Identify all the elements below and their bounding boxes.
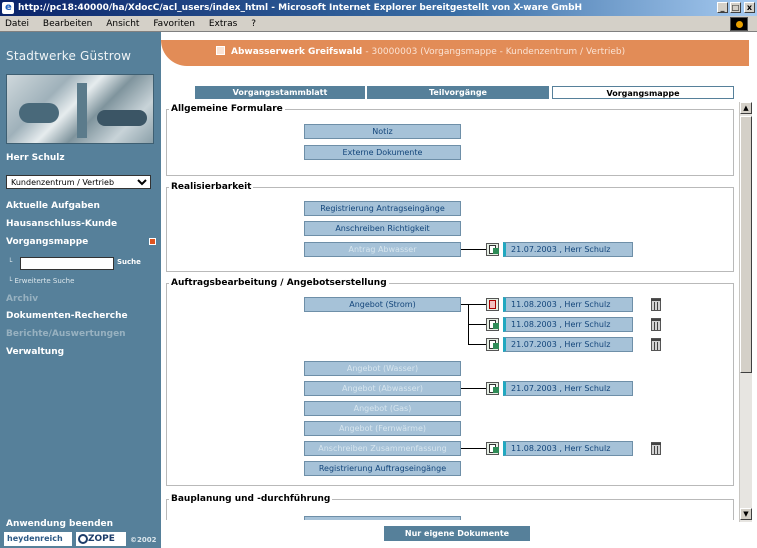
department-select[interactable]: Kundenzentrum / Vertrieb [6, 175, 151, 189]
exit-link[interactable]: Anwendung beenden [6, 519, 113, 529]
menu-ansicht[interactable]: Ansicht [106, 19, 139, 29]
menu-favoriten[interactable]: Favoriten [153, 19, 195, 29]
menu-bar: Datei Bearbeiten Ansicht Favoriten Extra… [0, 16, 757, 32]
document-entry[interactable]: 21.07.2003 , Herr Schulz [503, 381, 633, 396]
bauplanung-button[interactable] [304, 516, 461, 520]
nav-hausanschluss[interactable]: Hausanschluss-Kunde [6, 219, 117, 229]
nav-aktuelle-aufgaben[interactable]: Aktuelle Aufgaben [6, 201, 100, 211]
search-button[interactable]: Suche [117, 258, 141, 266]
nav-berichte[interactable]: Berichte/Auswertungen [6, 329, 126, 339]
scroll-down-button[interactable]: ▼ [740, 508, 752, 520]
search-input[interactable] [20, 257, 114, 270]
title-main: Abwasserwerk Greifswald [231, 47, 363, 57]
nav-erweiterte-suche[interactable]: └ Erweiterte Suche [8, 277, 74, 285]
trash-icon[interactable] [651, 298, 661, 311]
notiz-button[interactable]: Notiz [304, 124, 461, 139]
registrierung-auftragseingaenge-button[interactable]: Registrierung Auftragseingänge [304, 461, 461, 476]
connector-line [461, 249, 486, 250]
trash-icon[interactable] [651, 338, 661, 351]
menu-extras[interactable]: Extras [209, 19, 237, 29]
registrierung-antragseingaenge-button[interactable]: Registrierung Antragseingänge [304, 201, 461, 216]
title-sub: - 30000003 (Vorgangsmappe - Kundenzentru… [365, 47, 626, 57]
angebot-fernwaerme-button[interactable]: Angebot (Fernwärme) [304, 421, 461, 436]
ie-icon: e [2, 2, 14, 14]
erweiterte-suche-label: Erweiterte Suche [14, 277, 75, 285]
window-titlebar: e http://pc18:40000/ha/XdocC/acl_users/i… [0, 0, 757, 16]
tab-vorgangsmappe[interactable]: Vorgangsmappe [552, 86, 734, 99]
minimize-button[interactable]: _ [717, 2, 728, 13]
close-button[interactable]: x [744, 2, 755, 13]
tab-teilvorgaenge[interactable]: Teilvorgänge [367, 86, 549, 99]
tab-vorgangsstammblatt[interactable]: Vorgangsstammblatt [195, 86, 365, 99]
nav-vorgangsmappe[interactable]: Vorgangsmappe [6, 237, 88, 247]
sidebar: Stadtwerke Güstrow Herr Schulz Kundenzen… [0, 32, 161, 548]
connector-line [468, 324, 486, 325]
group-realisierbarkeit: Realisierbarkeit Registrierung Antragsei… [166, 182, 734, 272]
document-icon[interactable] [486, 338, 499, 351]
connector-line [468, 344, 486, 345]
anschreiben-richtigkeit-button[interactable]: Anschreiben Richtigkeit [304, 221, 461, 236]
angebot-abwasser-button[interactable]: Angebot (Abwasser) [304, 381, 461, 396]
windows-flag-icon [730, 17, 748, 31]
document-entry[interactable]: 21.07.2003 , Herr Schulz [503, 337, 633, 352]
connector-line [461, 304, 486, 305]
document-icon[interactable] [486, 243, 499, 256]
angebot-wasser-button[interactable]: Angebot (Wasser) [304, 361, 461, 376]
menu-help[interactable]: ? [251, 19, 256, 29]
header-photo [6, 74, 154, 144]
group-title: Allgemeine Formulare [171, 104, 283, 114]
trash-icon[interactable] [651, 442, 661, 455]
zope-logo: ZOPE [76, 532, 126, 546]
main-content: Allgemeine Formulare Notiz Externe Dokum… [161, 102, 739, 520]
user-name: Herr Schulz [6, 153, 65, 163]
nav-archiv[interactable]: Archiv [6, 294, 38, 304]
menu-bearbeiten[interactable]: Bearbeiten [43, 19, 92, 29]
tree-line-icon: └ [8, 258, 13, 266]
anschreiben-zusammenfassung-button[interactable]: Anschreiben Zusammenfassung [304, 441, 461, 456]
vertical-scrollbar[interactable]: ▲ ▼ [739, 102, 752, 522]
copyright-year: ©2002 [130, 536, 157, 544]
document-entry[interactable]: 11.08.2003 , Herr Schulz [503, 317, 633, 332]
zope-logo-text: ZOPE [88, 534, 115, 544]
document-icon[interactable] [486, 318, 499, 331]
connector-line [461, 448, 486, 449]
active-marker [149, 238, 156, 245]
menu-datei[interactable]: Datei [5, 19, 29, 29]
group-title: Realisierbarkeit [171, 182, 252, 192]
tab-bar: Vorgangsstammblatt Teilvorgänge Vorgangs… [161, 86, 757, 100]
scroll-thumb[interactable] [740, 116, 752, 373]
heydenreich-logo: heydenreich [4, 532, 72, 546]
group-title: Bauplanung und -durchführung [171, 494, 331, 504]
folder-icon [216, 46, 225, 55]
document-entry[interactable]: 21.07.2003 , Herr Schulz [503, 242, 633, 257]
document-icon[interactable] [486, 442, 499, 455]
externe-dokumente-button[interactable]: Externe Dokumente [304, 145, 461, 160]
document-icon[interactable] [486, 298, 499, 311]
scroll-up-button[interactable]: ▲ [740, 102, 752, 114]
page-title: Abwasserwerk Greifswald - 30000003 (Vorg… [216, 46, 625, 57]
group-title: Auftragsbearbeitung / Angebotserstellung [171, 278, 387, 288]
group-bauplanung: Bauplanung und -durchführung [166, 494, 734, 520]
antrag-abwasser-button[interactable]: Antrag Abwasser [304, 242, 461, 257]
document-icon[interactable] [486, 382, 499, 395]
maximize-button[interactable]: □ [730, 2, 741, 13]
group-auftrag: Auftragsbearbeitung / Angebotserstellung… [166, 278, 734, 486]
angebot-strom-button[interactable]: Angebot (Strom) [304, 297, 461, 312]
connector-line [461, 388, 486, 389]
page-header: Abwasserwerk Greifswald - 30000003 (Vorg… [161, 32, 757, 80]
nav-dokumenten-recherche[interactable]: Dokumenten-Recherche [6, 311, 128, 321]
trash-icon[interactable] [651, 318, 661, 331]
group-allgemein: Allgemeine Formulare Notiz Externe Dokum… [166, 104, 734, 176]
nur-eigene-dokumente-button[interactable]: Nur eigene Dokumente [384, 526, 530, 541]
document-entry[interactable]: 11.08.2003 , Herr Schulz [503, 297, 633, 312]
nav-verwaltung[interactable]: Verwaltung [6, 347, 64, 357]
angebot-gas-button[interactable]: Angebot (Gas) [304, 401, 461, 416]
brand-name: Stadtwerke Güstrow [6, 49, 132, 63]
window-title: http://pc18:40000/ha/XdocC/acl_users/ind… [18, 3, 583, 13]
document-entry[interactable]: 11.08.2003 , Herr Schulz [503, 441, 633, 456]
